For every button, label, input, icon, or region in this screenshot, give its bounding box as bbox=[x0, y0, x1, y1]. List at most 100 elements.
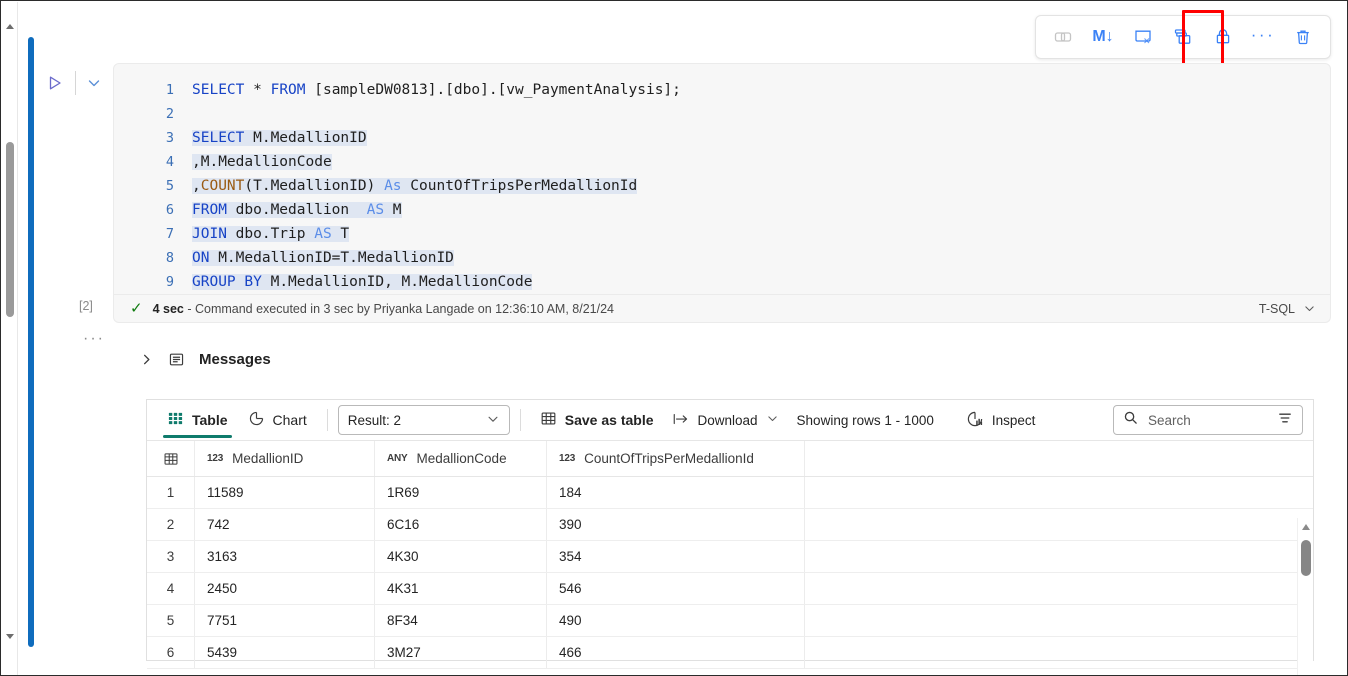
search-input[interactable] bbox=[1146, 412, 1256, 429]
table-cell[interactable]: 490 bbox=[547, 605, 805, 636]
code-line[interactable]: 6FROM dbo.Medallion AS M bbox=[114, 198, 1330, 222]
chevron-down-icon bbox=[486, 412, 500, 429]
table-cell[interactable]: 3163 bbox=[195, 541, 375, 572]
result-set-value: Result: 2 bbox=[348, 413, 401, 428]
line-number: 7 bbox=[114, 222, 192, 246]
line-number: 1 bbox=[114, 78, 192, 102]
tab-table-label: Table bbox=[192, 412, 228, 428]
tab-chart-label: Chart bbox=[273, 412, 307, 428]
line-number: 3 bbox=[114, 126, 192, 150]
line-number: 5 bbox=[114, 174, 192, 198]
messages-toggle[interactable]: Messages bbox=[139, 351, 271, 368]
code-line-text: GROUP BY M.MedallionID, M.MedallionCode bbox=[192, 270, 532, 294]
grid-column-header[interactable]: ANYMedallionCode bbox=[375, 441, 547, 476]
save-as-table-button[interactable]: Save as table bbox=[531, 405, 663, 435]
table-cell[interactable]: 742 bbox=[195, 509, 375, 540]
split-cell-icon[interactable] bbox=[1044, 21, 1082, 53]
chevron-down-icon bbox=[766, 412, 779, 428]
code-line[interactable]: 5,COUNT(T.MedallionID) As CountOfTripsPe… bbox=[114, 174, 1330, 198]
grid-select-all-icon[interactable] bbox=[147, 441, 195, 476]
status-duration: 4 sec bbox=[153, 302, 184, 316]
code-line[interactable]: 3SELECT M.MedallionID bbox=[114, 126, 1330, 150]
table-cell[interactable]: 5439 bbox=[195, 637, 375, 668]
table-cell[interactable]: 11589 bbox=[195, 477, 375, 508]
table-row[interactable]: 654393M27466 bbox=[147, 637, 1313, 669]
collapse-cell-chevron-down-icon[interactable] bbox=[81, 69, 107, 97]
table-cell[interactable]: 1R69 bbox=[375, 477, 547, 508]
table-cell[interactable]: 8F34 bbox=[375, 605, 547, 636]
cell-more-options-icon[interactable]: ··· bbox=[83, 331, 105, 347]
download-button[interactable]: Download bbox=[663, 405, 788, 435]
sql-code[interactable]: 1SELECT * FROM [sampleDW0813].[dbo].[vw_… bbox=[114, 78, 1330, 294]
table-cell[interactable]: 390 bbox=[547, 509, 805, 540]
scroll-up-arrow-icon[interactable] bbox=[6, 24, 14, 29]
table-cell-filler bbox=[805, 509, 1313, 540]
scroll-down-arrow-icon[interactable] bbox=[6, 634, 14, 639]
grid-scrollbar[interactable] bbox=[1297, 518, 1313, 676]
grid-scrollbar-thumb[interactable] bbox=[1301, 540, 1311, 576]
grid-column-header[interactable]: 123CountOfTripsPerMedallionId bbox=[547, 441, 805, 476]
messages-label: Messages bbox=[199, 351, 271, 368]
tab-chart[interactable]: Chart bbox=[238, 400, 317, 440]
page-scrollbar[interactable] bbox=[2, 2, 18, 676]
results-panel: Table Chart Result: 2 bbox=[146, 399, 1314, 661]
code-line[interactable]: 4,M.MedallionCode bbox=[114, 150, 1330, 174]
duplicate-cell-icon[interactable] bbox=[1164, 21, 1202, 53]
line-number: 9 bbox=[114, 270, 192, 294]
table-row[interactable]: 27426C16390 bbox=[147, 509, 1313, 541]
markdown-label: M↓ bbox=[1092, 28, 1113, 46]
run-cell-button[interactable] bbox=[41, 69, 69, 97]
language-selector[interactable]: T-SQL bbox=[1259, 302, 1316, 316]
cell-toolbar: M↓ ··· bbox=[1035, 15, 1331, 59]
filter-icon[interactable] bbox=[1277, 410, 1293, 431]
code-line[interactable]: 7JOIN dbo.Trip AS T bbox=[114, 222, 1330, 246]
toolbar-divider bbox=[75, 71, 76, 95]
markdown-icon[interactable]: M↓ bbox=[1084, 21, 1122, 53]
table-cell-filler bbox=[805, 605, 1313, 636]
results-grid: 123MedallionIDANYMedallionCode123CountOf… bbox=[147, 441, 1313, 669]
clear-output-icon[interactable] bbox=[1124, 21, 1162, 53]
search-icon bbox=[1123, 410, 1138, 430]
table-cell[interactable]: 184 bbox=[547, 477, 805, 508]
page-scrollbar-thumb[interactable] bbox=[6, 142, 14, 317]
table-cell[interactable]: 354 bbox=[547, 541, 805, 572]
toolbar-divider bbox=[520, 409, 521, 431]
grid-body: 1115891R6918427426C16390331634K303544245… bbox=[147, 477, 1313, 669]
save-as-table-label: Save as table bbox=[565, 412, 654, 428]
messages-icon bbox=[168, 351, 185, 368]
sql-editor[interactable]: 1SELECT * FROM [sampleDW0813].[dbo].[vw_… bbox=[113, 63, 1331, 295]
table-cell[interactable]: 4K31 bbox=[375, 573, 547, 604]
table-cell[interactable]: 3M27 bbox=[375, 637, 547, 668]
lock-cell-icon[interactable] bbox=[1204, 21, 1242, 53]
more-options-icon[interactable]: ··· bbox=[1244, 21, 1282, 53]
table-cell[interactable]: 7751 bbox=[195, 605, 375, 636]
table-cell[interactable]: 4K30 bbox=[375, 541, 547, 572]
search-container[interactable] bbox=[1113, 405, 1303, 435]
table-row[interactable]: 331634K30354 bbox=[147, 541, 1313, 573]
table-cell[interactable]: 6C16 bbox=[375, 509, 547, 540]
tab-table[interactable]: Table bbox=[157, 400, 238, 440]
pie-chart-icon bbox=[248, 410, 265, 430]
code-line[interactable]: 9GROUP BY M.MedallionID, M.MedallionCode bbox=[114, 270, 1330, 294]
code-line-text: SELECT * FROM [sampleDW0813].[dbo].[vw_P… bbox=[192, 78, 681, 102]
inspect-label: Inspect bbox=[992, 413, 1036, 428]
grid-column-header[interactable]: 123MedallionID bbox=[195, 441, 375, 476]
inspect-button[interactable]: Inspect bbox=[957, 405, 1045, 435]
grid-header-filler bbox=[805, 441, 1313, 476]
line-number: 6 bbox=[114, 198, 192, 222]
table-row[interactable]: 424504K31546 bbox=[147, 573, 1313, 605]
code-line[interactable]: 1SELECT * FROM [sampleDW0813].[dbo].[vw_… bbox=[114, 78, 1330, 102]
result-set-select[interactable]: Result: 2 bbox=[338, 405, 510, 435]
code-line[interactable]: 2 bbox=[114, 102, 1330, 126]
table-row[interactable]: 577518F34490 bbox=[147, 605, 1313, 637]
code-line[interactable]: 8ON M.MedallionID=T.MedallionID bbox=[114, 246, 1330, 270]
table-cell[interactable]: 546 bbox=[547, 573, 805, 604]
table-cell[interactable]: 466 bbox=[547, 637, 805, 668]
table-icon bbox=[167, 410, 184, 430]
scroll-up-arrow-icon[interactable] bbox=[1302, 524, 1310, 530]
column-name: MedallionID bbox=[232, 451, 303, 466]
delete-cell-icon[interactable] bbox=[1284, 21, 1322, 53]
code-line-text: ,COUNT(T.MedallionID) As CountOfTripsPer… bbox=[192, 174, 637, 198]
table-row[interactable]: 1115891R69184 bbox=[147, 477, 1313, 509]
table-cell[interactable]: 2450 bbox=[195, 573, 375, 604]
